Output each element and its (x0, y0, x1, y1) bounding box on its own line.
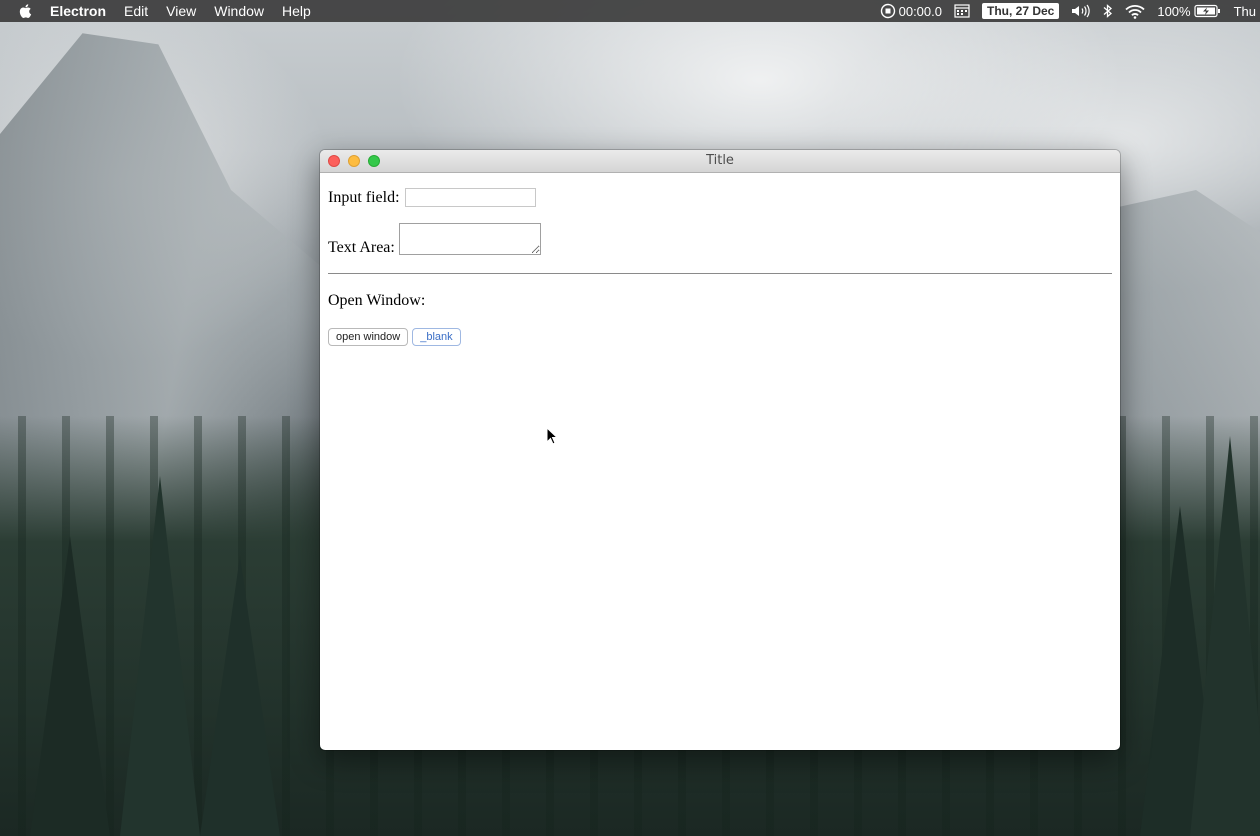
input-field-row: Input field: (328, 188, 1112, 207)
blank-target-button[interactable]: _blank (412, 328, 461, 346)
calendar-status[interactable] (954, 4, 970, 18)
window-title: Title (706, 153, 734, 168)
open-window-label: Open Window: (328, 292, 426, 309)
minimize-button[interactable] (348, 155, 360, 167)
date-badge: Thu, 27 Dec (981, 3, 1060, 19)
battery-status[interactable]: 100% (1157, 4, 1221, 19)
bluetooth-icon (1103, 4, 1113, 18)
window-titlebar[interactable]: Title (320, 150, 1120, 173)
bluetooth-status[interactable] (1103, 3, 1113, 19)
maximize-button[interactable] (368, 155, 380, 167)
menu-edit[interactable]: Edit (124, 0, 148, 22)
menu-view[interactable]: View (166, 0, 196, 22)
recording-time: 00:00.0 (898, 3, 942, 19)
menu-app-name[interactable]: Electron (50, 0, 106, 22)
date-status[interactable]: Thu, 27 Dec (981, 3, 1060, 19)
clock-status[interactable]: Thu (1234, 4, 1256, 19)
menu-help[interactable]: Help (282, 0, 311, 22)
clock-text: Thu (1233, 3, 1256, 19)
apple-logo-icon[interactable] (18, 3, 36, 19)
text-area-row: Text Area: (328, 223, 1112, 256)
window-controls (328, 155, 388, 167)
record-stop-icon (880, 3, 895, 19)
open-window-buttons: open window _blank (328, 328, 1112, 346)
app-window: Title Input field: Text Area: Open Windo… (320, 150, 1120, 750)
window-content: Input field: Text Area: Open Window: ope… (320, 173, 1120, 354)
screen-recording-status[interactable]: 00:00.0 (880, 3, 942, 19)
wifi-icon (1125, 4, 1145, 19)
wifi-status[interactable] (1125, 4, 1145, 19)
battery-percent: 100% (1157, 3, 1191, 19)
menu-bar: Electron Edit View Window Help 00:00.0 T… (0, 0, 1260, 22)
volume-icon (1072, 4, 1091, 18)
menu-window[interactable]: Window (214, 0, 264, 22)
input-field-label: Input field: (328, 188, 400, 206)
volume-status[interactable] (1071, 4, 1091, 18)
text-area[interactable] (398, 223, 541, 255)
close-button[interactable] (328, 155, 340, 167)
open-window-button[interactable]: open window (328, 328, 409, 346)
calendar-icon (954, 4, 970, 18)
battery-charging-icon (1193, 4, 1220, 18)
input-field[interactable] (404, 188, 536, 207)
text-area-label: Text Area: (328, 239, 395, 256)
mouse-cursor-icon (546, 426, 559, 450)
divider (328, 273, 1112, 274)
